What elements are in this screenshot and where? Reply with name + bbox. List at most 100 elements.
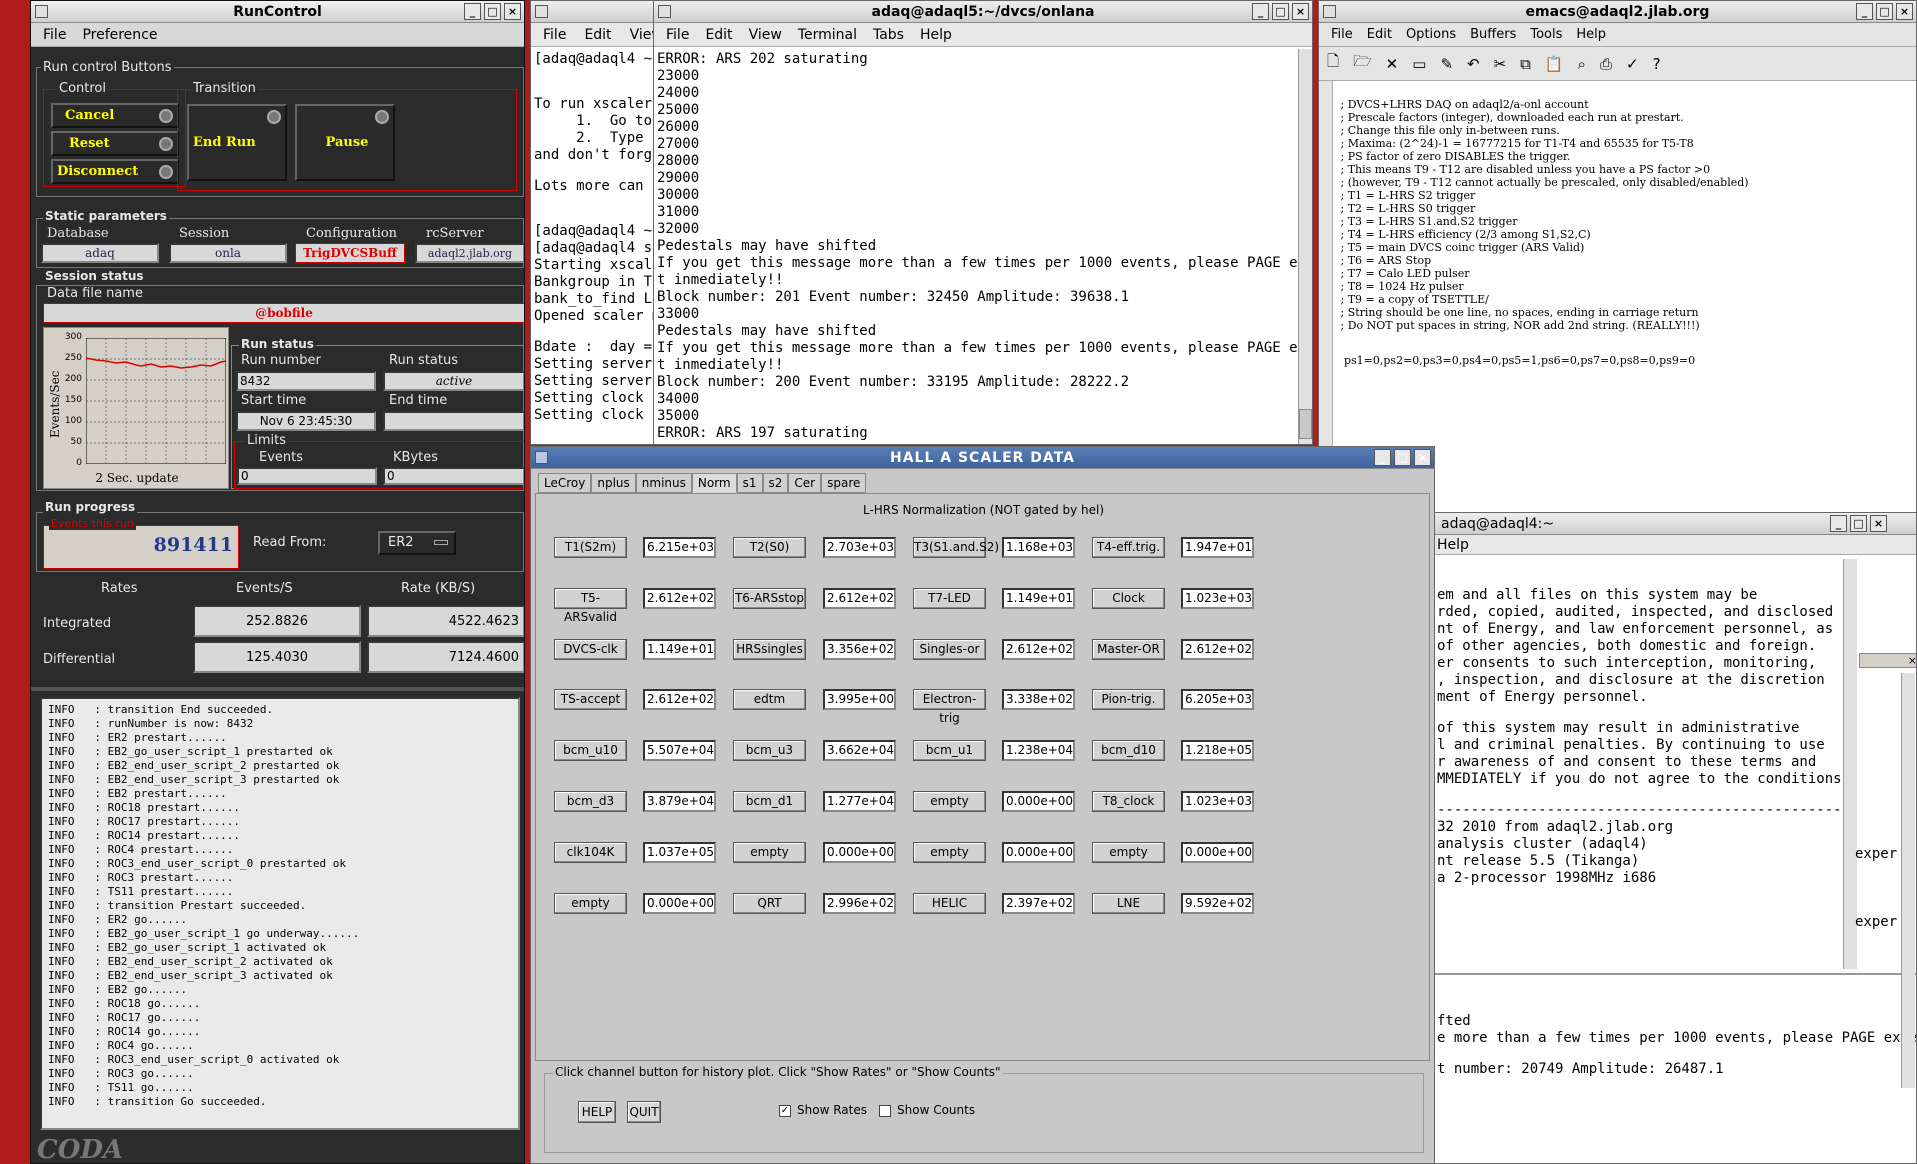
close-icon[interactable]: × <box>1908 654 1916 667</box>
maximize-icon[interactable]: □ <box>1394 449 1411 466</box>
channel-button[interactable]: bcm_d10 <box>1092 740 1165 762</box>
menu-help[interactable]: Help <box>920 27 952 43</box>
minimize-icon[interactable]: _ <box>1856 3 1873 20</box>
tab-norm[interactable]: Norm <box>691 473 737 493</box>
channel-button[interactable]: TS-accept <box>554 689 627 711</box>
new-file-icon[interactable]: 🗋 <box>1327 51 1339 76</box>
tab-spare[interactable]: spare <box>821 473 867 493</box>
tab-lecroy[interactable]: LeCroy <box>538 473 592 493</box>
channel-button[interactable]: T5-ARSvalid <box>554 587 627 624</box>
minimize-icon[interactable]: _ <box>1374 449 1391 466</box>
menu-edit[interactable]: Edit <box>584 27 611 43</box>
channel-button[interactable]: Pion-trig. <box>1092 689 1165 711</box>
close-icon[interactable]: × <box>1292 3 1309 20</box>
channel-button[interactable]: Master-OR <box>1092 638 1165 660</box>
channel-button[interactable]: HRSsingles <box>733 638 806 660</box>
terminal-titlebar[interactable]: adaq@adaql5:~/dvcs/onlana _ □ × <box>654 1 1312 23</box>
window-menu-icon[interactable] <box>35 5 48 18</box>
menu-file[interactable]: File <box>1331 27 1353 42</box>
emacs-buffer[interactable]: ; DVCS+LHRS DAQ on adaql2/a-onl account … <box>1337 98 1748 367</box>
channel-button[interactable]: DVCS-clk <box>554 638 627 660</box>
save-as-icon[interactable]: ✎ <box>1440 55 1453 73</box>
menu-help[interactable]: Help <box>1437 537 1469 553</box>
menu-view[interactable]: View <box>749 27 782 43</box>
quit-button[interactable]: QUIT <box>627 1101 661 1123</box>
menu-edit[interactable]: Edit <box>705 27 732 43</box>
channel-button[interactable]: Electron-trig <box>913 689 986 725</box>
channel-button[interactable]: T3(S1.and.S2) <box>913 537 999 558</box>
maximize-icon[interactable]: □ <box>484 3 501 20</box>
print-icon[interactable]: ⎙ <box>1600 55 1612 73</box>
disconnect-button[interactable]: Disconnect <box>51 159 179 184</box>
read-from-select[interactable]: ER2 <box>378 531 456 555</box>
tab-nplus[interactable]: nplus <box>591 473 636 493</box>
channel-button[interactable]: empty <box>913 841 986 863</box>
channel-button[interactable]: bcm_u3 <box>733 740 806 762</box>
menu-view[interactable]: View <box>630 27 654 43</box>
channel-button[interactable]: Singles-or <box>913 638 986 660</box>
channel-button[interactable]: T7-LED <box>913 587 986 609</box>
menu-tabs[interactable]: Tabs <box>873 27 904 43</box>
channel-button[interactable]: bcm_u1 <box>913 740 986 762</box>
close-buffer-icon[interactable]: ✕ <box>1386 55 1399 73</box>
menu-file[interactable]: File <box>666 27 689 43</box>
open-folder-icon[interactable]: 🗁 <box>1353 51 1372 76</box>
show-rates-checkbox[interactable]: ✓ <box>779 1105 791 1117</box>
channel-button[interactable]: Clock <box>1092 587 1165 609</box>
maximize-icon[interactable]: □ <box>1876 3 1893 20</box>
cut-icon[interactable]: ✂ <box>1494 55 1507 73</box>
emacs-titlebar[interactable]: emacs@adaql2.jlab.org _ □ × <box>1319 1 1916 23</box>
pause-button[interactable]: Pause <box>295 104 395 181</box>
terminal-titlebar[interactable]: adaq@adaql4:~ _ □ × <box>1431 513 1916 535</box>
kbytes-limit-field[interactable]: 0 <box>383 467 524 485</box>
preferences-icon[interactable]: ✓ <box>1626 55 1639 73</box>
terminal-titlebar[interactable] <box>531 1 654 23</box>
channel-button[interactable]: edtm <box>733 689 806 711</box>
channel-button[interactable]: empty <box>913 791 986 812</box>
channel-button[interactable]: T2(S0) <box>733 537 806 558</box>
menu-buffers[interactable]: Buffers <box>1470 27 1516 42</box>
minimize-icon[interactable]: _ <box>1252 3 1269 20</box>
channel-button[interactable]: bcm_d3 <box>554 791 627 812</box>
runcontrol-titlebar[interactable]: RunControl _ □ × <box>31 1 524 23</box>
menu-file[interactable]: File <box>543 27 566 43</box>
terminal-scrollbar[interactable] <box>1298 49 1312 444</box>
window-menu-icon[interactable] <box>535 5 548 18</box>
channel-button[interactable]: QRT <box>733 892 806 914</box>
help-icon[interactable]: ? <box>1653 55 1661 73</box>
menu-file[interactable]: File <box>43 27 66 43</box>
tab-s1[interactable]: s1 <box>736 473 763 493</box>
minimize-icon[interactable]: _ <box>464 3 481 20</box>
minimize-icon[interactable]: _ <box>1830 515 1847 532</box>
channel-button[interactable]: LNE <box>1092 892 1165 914</box>
close-icon[interactable]: × <box>1896 3 1913 20</box>
channel-button[interactable]: T6-ARSstop <box>733 587 806 609</box>
reset-button[interactable]: Reset <box>51 131 179 156</box>
menu-tools[interactable]: Tools <box>1530 27 1562 42</box>
paste-icon[interactable]: 📋 <box>1545 55 1564 73</box>
channel-button[interactable]: T8_clock <box>1092 791 1165 812</box>
channel-button[interactable]: empty <box>1092 841 1165 863</box>
save-icon[interactable]: ▭ <box>1412 55 1426 73</box>
channel-button[interactable]: HELIC <box>913 892 986 914</box>
close-icon[interactable]: × <box>1870 515 1887 532</box>
menu-options[interactable]: Options <box>1406 27 1456 42</box>
background-scrollbar[interactable] <box>1901 673 1915 1088</box>
window-menu-icon[interactable] <box>658 5 671 18</box>
channel-button[interactable]: clk104K <box>554 841 627 863</box>
channel-button[interactable]: bcm_u10 <box>554 740 627 762</box>
menu-terminal[interactable]: Terminal <box>798 27 857 43</box>
end-run-button[interactable]: End Run <box>187 104 287 181</box>
terminal-scrollbar[interactable] <box>1843 559 1857 969</box>
scaler-titlebar[interactable]: HALL A SCALER DATA _ □ × <box>531 447 1434 469</box>
channel-button[interactable]: bcm_d1 <box>733 791 806 812</box>
menu-edit[interactable]: Edit <box>1367 27 1392 42</box>
cancel-button[interactable]: Cancel <box>51 103 179 128</box>
copy-icon[interactable]: ⧉ <box>1520 55 1531 73</box>
maximize-icon[interactable]: □ <box>1850 515 1867 532</box>
window-menu-icon[interactable] <box>535 451 548 464</box>
channel-button[interactable]: empty <box>554 892 627 914</box>
events-limit-field[interactable]: 0 <box>237 467 377 485</box>
tab-cer[interactable]: Cer <box>788 473 822 493</box>
channel-button[interactable]: empty <box>733 841 806 863</box>
